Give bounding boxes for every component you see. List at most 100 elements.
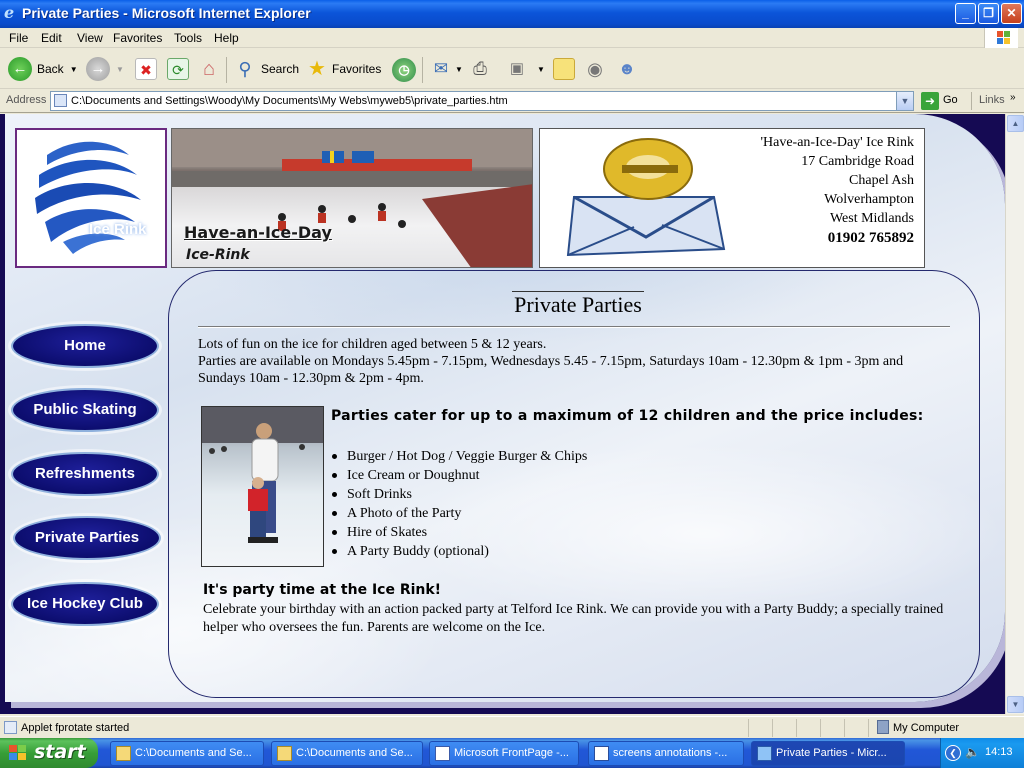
windows-flag-icon	[984, 28, 1018, 48]
frontpage-icon	[435, 746, 450, 761]
forward-dropdown-icon[interactable]: ▼	[116, 65, 124, 74]
menu-favorites[interactable]: Favorites	[113, 31, 162, 45]
history-icon[interactable]: ◷	[392, 58, 416, 82]
messenger-icon[interactable]: ☻	[616, 58, 638, 80]
restore-button[interactable]: ❐	[978, 3, 999, 24]
party-paragraph: Celebrate your birthday with an action p…	[203, 602, 944, 635]
contact-town: Wolverhampton	[824, 192, 914, 207]
print-icon[interactable]: ⎙	[469, 58, 491, 80]
search-button[interactable]: ⚲ Search	[234, 55, 299, 83]
start-label: start	[34, 741, 86, 763]
favorites-star-icon: ★	[308, 58, 326, 80]
discuss-icon[interactable]: ◉	[584, 58, 606, 80]
folder-icon	[277, 746, 292, 761]
favorites-button[interactable]: ★ Favorites	[306, 55, 381, 83]
menu-view[interactable]: View	[77, 31, 103, 45]
my-computer-icon	[877, 720, 889, 734]
start-button[interactable]: start	[0, 738, 98, 768]
taskbar-button-word[interactable]: screens annotations -...	[588, 741, 744, 766]
title-bar[interactable]: e Private Parties - Microsoft Internet E…	[0, 0, 1024, 28]
list-item: A Photo of the Party	[331, 504, 587, 523]
contact-name: 'Have-an-Ice-Day' Ice Rink	[760, 135, 914, 150]
folder-icon	[116, 746, 131, 761]
search-icon: ⚲	[238, 59, 252, 79]
page-title: Private Parties	[198, 291, 958, 318]
menu-file[interactable]: File	[9, 31, 28, 45]
stop-icon[interactable]: ✖	[135, 58, 157, 80]
banner-subtitle: Ice-Rink	[186, 247, 250, 263]
address-input[interactable]: C:\Documents and Settings\Woody\My Docum…	[50, 91, 914, 111]
close-button[interactable]: ✕	[1001, 3, 1022, 24]
mail-dropdown-icon[interactable]: ▼	[455, 65, 463, 74]
start-flag-icon	[8, 744, 28, 762]
status-cell	[772, 719, 796, 737]
toolbar-separator	[422, 57, 423, 83]
nav-home-button[interactable]: Home	[11, 324, 159, 368]
zone-cell: My Computer	[868, 719, 1024, 737]
forward-arrow-icon: →	[86, 57, 110, 81]
mail-icon[interactable]: ✉	[430, 58, 452, 80]
zone-label: My Computer	[893, 722, 960, 734]
contact-county: West Midlands	[829, 211, 914, 226]
menu-help[interactable]: Help	[214, 31, 239, 45]
menu-tools[interactable]: Tools	[174, 31, 202, 45]
horizontal-rule	[198, 326, 950, 328]
includes-list: Burger / Hot Dog / Veggie Burger & Chips…	[331, 447, 587, 561]
toolbar: ← Back ▼ → ▼ ✖ ⟳ ⌂ ⚲ Search ★ Favorites …	[0, 49, 1024, 89]
contact-area: Chapel Ash	[849, 173, 914, 188]
taskbar: start C:\Documents and Se... C:\Document…	[0, 738, 1024, 768]
address-bar: Address C:\Documents and Settings\Woody\…	[0, 90, 1024, 113]
status-cell	[796, 719, 820, 737]
refresh-icon[interactable]: ⟳	[167, 58, 189, 80]
nav-ice-hockey-club-button[interactable]: Ice Hockey Club	[11, 582, 159, 626]
list-item: Hire of Skates	[331, 523, 587, 542]
links-button[interactable]: Links	[979, 94, 1005, 106]
toolbar-separator	[226, 57, 227, 83]
back-dropdown-icon[interactable]: ▼	[70, 65, 78, 74]
links-separator	[971, 92, 972, 110]
links-chevron-icon[interactable]: »	[1010, 92, 1016, 103]
scroll-up-icon[interactable]: ▲	[1007, 115, 1024, 132]
taskbar-button-explorer-1[interactable]: C:\Documents and Se...	[110, 741, 264, 766]
edit-icon[interactable]: ▣	[506, 58, 528, 80]
taskbar-button-explorer-2[interactable]: C:\Documents and Se...	[271, 741, 423, 766]
tray-expand-icon[interactable]: ❮	[945, 745, 961, 761]
search-label: Search	[261, 62, 300, 76]
minimize-button[interactable]: _	[955, 3, 976, 24]
system-tray: ❮ 🔈 14:13	[940, 738, 1024, 768]
scroll-down-icon[interactable]: ▼	[1007, 696, 1024, 713]
contact-phone: 01902 765892	[827, 230, 914, 246]
nav-private-parties-button[interactable]: Private Parties	[13, 516, 161, 560]
home-icon[interactable]: ⌂	[198, 58, 220, 80]
email-envelope-icon	[564, 137, 734, 261]
contact-address-box: 'Have-an-Ice-Day' Ice Rink 17 Cambridge …	[539, 128, 925, 268]
clock[interactable]: 14:13	[985, 746, 1013, 758]
forward-button[interactable]: → ▼	[86, 55, 124, 83]
web-page: Ice Rink Have-an-Ice-Day Ice-Rink 'Have-…	[5, 114, 1005, 702]
favorites-label: Favorites	[332, 62, 382, 76]
edit-dropdown-icon[interactable]: ▼	[537, 65, 545, 74]
menu-edit[interactable]: Edit	[41, 31, 62, 45]
logo-text: Ice Rink	[89, 221, 147, 238]
back-arrow-icon: ←	[8, 57, 32, 81]
address-label: Address	[6, 94, 47, 106]
taskbar-button-ie[interactable]: Private Parties - Micr...	[751, 741, 905, 766]
nav-public-skating-button[interactable]: Public Skating	[11, 388, 159, 432]
list-item: Ice Cream or Doughnut	[331, 466, 587, 485]
window-title: Private Parties - Microsoft Internet Exp…	[22, 5, 311, 21]
volume-icon[interactable]: 🔈	[965, 745, 980, 759]
vertical-scrollbar[interactable]: ▲ ▼	[1005, 114, 1024, 714]
nav-refreshments-button[interactable]: Refreshments	[11, 452, 159, 496]
ie-logo-icon: e	[4, 3, 15, 22]
go-button[interactable]: Go	[943, 94, 958, 106]
ie-icon	[757, 746, 772, 761]
back-button[interactable]: ← Back ▼	[8, 55, 78, 83]
address-dropdown-icon[interactable]: ▼	[896, 92, 913, 110]
go-arrow-icon[interactable]: ➜	[921, 92, 939, 110]
status-cell	[844, 719, 868, 737]
note-icon[interactable]	[553, 58, 575, 80]
back-label: Back	[37, 62, 64, 76]
list-item: A Party Buddy (optional)	[331, 542, 587, 561]
taskbar-button-frontpage[interactable]: Microsoft FrontPage -...	[429, 741, 579, 766]
taskbar-button-label: screens annotations -...	[613, 747, 728, 759]
